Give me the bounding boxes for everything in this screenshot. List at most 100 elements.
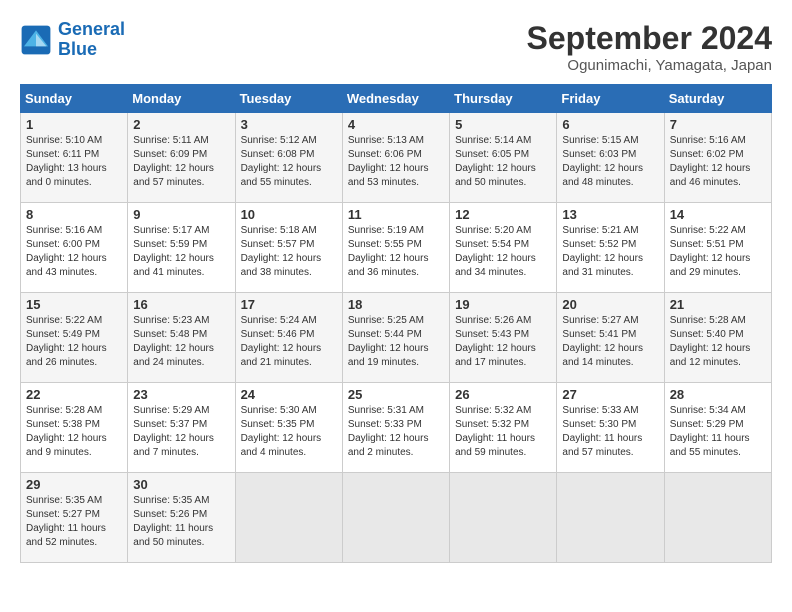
calendar-row: 1 Sunrise: 5:10 AM Sunset: 6:11 PM Daylig… bbox=[21, 113, 772, 203]
day-number: 14 bbox=[670, 207, 766, 222]
day-number: 5 bbox=[455, 117, 551, 132]
logo-text: General Blue bbox=[58, 20, 125, 60]
day-number: 18 bbox=[348, 297, 444, 312]
col-friday: Friday bbox=[557, 85, 664, 113]
cell-info: Sunrise: 5:16 AM Sunset: 6:02 PM Dayligh… bbox=[670, 134, 766, 190]
cell-info: Sunrise: 5:33 AM Sunset: 5:30 PM Dayligh… bbox=[562, 404, 658, 460]
col-tuesday: Tuesday bbox=[235, 85, 342, 113]
cell-info: Sunrise: 5:14 AM Sunset: 6:05 PM Dayligh… bbox=[455, 134, 551, 190]
title-block: September 2024 Ogunimachi, Yamagata, Jap… bbox=[527, 20, 772, 74]
table-cell: 24 Sunrise: 5:30 AM Sunset: 5:35 PM Dayli… bbox=[235, 383, 342, 473]
col-sunday: Sunday bbox=[21, 85, 128, 113]
table-cell: 3 Sunrise: 5:12 AM Sunset: 6:08 PM Daylig… bbox=[235, 113, 342, 203]
day-number: 10 bbox=[241, 207, 337, 222]
table-cell: 2 Sunrise: 5:11 AM Sunset: 6:09 PM Daylig… bbox=[128, 113, 235, 203]
table-cell: 6 Sunrise: 5:15 AM Sunset: 6:03 PM Daylig… bbox=[557, 113, 664, 203]
day-number: 3 bbox=[241, 117, 337, 132]
cell-info: Sunrise: 5:22 AM Sunset: 5:49 PM Dayligh… bbox=[26, 314, 122, 370]
table-cell: 28 Sunrise: 5:34 AM Sunset: 5:29 PM Dayli… bbox=[664, 383, 771, 473]
cell-info: Sunrise: 5:20 AM Sunset: 5:54 PM Dayligh… bbox=[455, 224, 551, 280]
cell-info: Sunrise: 5:15 AM Sunset: 6:03 PM Dayligh… bbox=[562, 134, 658, 190]
cell-info: Sunrise: 5:31 AM Sunset: 5:33 PM Dayligh… bbox=[348, 404, 444, 460]
table-cell: 26 Sunrise: 5:32 AM Sunset: 5:32 PM Dayli… bbox=[450, 383, 557, 473]
logo-line1: General bbox=[58, 19, 125, 39]
day-number: 2 bbox=[133, 117, 229, 132]
day-number: 8 bbox=[26, 207, 122, 222]
cell-info: Sunrise: 5:11 AM Sunset: 6:09 PM Dayligh… bbox=[133, 134, 229, 190]
day-number: 22 bbox=[26, 387, 122, 402]
day-number: 7 bbox=[670, 117, 766, 132]
table-cell: 1 Sunrise: 5:10 AM Sunset: 6:11 PM Daylig… bbox=[21, 113, 128, 203]
cell-info: Sunrise: 5:28 AM Sunset: 5:40 PM Dayligh… bbox=[670, 314, 766, 370]
day-number: 11 bbox=[348, 207, 444, 222]
table-cell: 5 Sunrise: 5:14 AM Sunset: 6:05 PM Daylig… bbox=[450, 113, 557, 203]
header-row: Sunday Monday Tuesday Wednesday Thursday… bbox=[21, 85, 772, 113]
day-number: 15 bbox=[26, 297, 122, 312]
cell-info: Sunrise: 5:26 AM Sunset: 5:43 PM Dayligh… bbox=[455, 314, 551, 370]
cell-info: Sunrise: 5:12 AM Sunset: 6:08 PM Dayligh… bbox=[241, 134, 337, 190]
day-number: 6 bbox=[562, 117, 658, 132]
table-cell bbox=[664, 473, 771, 563]
cell-info: Sunrise: 5:34 AM Sunset: 5:29 PM Dayligh… bbox=[670, 404, 766, 460]
table-cell: 15 Sunrise: 5:22 AM Sunset: 5:49 PM Dayli… bbox=[21, 293, 128, 383]
cell-info: Sunrise: 5:35 AM Sunset: 5:26 PM Dayligh… bbox=[133, 494, 229, 550]
table-cell: 7 Sunrise: 5:16 AM Sunset: 6:02 PM Daylig… bbox=[664, 113, 771, 203]
table-cell: 12 Sunrise: 5:20 AM Sunset: 5:54 PM Dayli… bbox=[450, 203, 557, 293]
day-number: 27 bbox=[562, 387, 658, 402]
calendar-header: Sunday Monday Tuesday Wednesday Thursday… bbox=[21, 85, 772, 113]
day-number: 23 bbox=[133, 387, 229, 402]
day-number: 24 bbox=[241, 387, 337, 402]
table-cell bbox=[235, 473, 342, 563]
table-cell: 25Sunrise: 5:31 AM Sunset: 5:33 PM Dayli… bbox=[342, 383, 449, 473]
cell-info: Sunrise: 5:28 AM Sunset: 5:38 PM Dayligh… bbox=[26, 404, 122, 460]
table-cell: 13Sunrise: 5:21 AM Sunset: 5:52 PM Dayli… bbox=[557, 203, 664, 293]
location: Ogunimachi, Yamagata, Japan bbox=[527, 57, 772, 74]
day-number: 13 bbox=[562, 207, 658, 222]
cell-info: Sunrise: 5:25 AM Sunset: 5:44 PM Dayligh… bbox=[348, 314, 444, 370]
logo: General Blue bbox=[20, 20, 125, 60]
month-title: September 2024 bbox=[527, 20, 772, 57]
table-cell: 22 Sunrise: 5:28 AM Sunset: 5:38 PM Dayli… bbox=[21, 383, 128, 473]
cell-info: Sunrise: 5:27 AM Sunset: 5:41 PM Dayligh… bbox=[562, 314, 658, 370]
cell-info: Sunrise: 5:32 AM Sunset: 5:32 PM Dayligh… bbox=[455, 404, 551, 460]
table-cell: 20Sunrise: 5:27 AM Sunset: 5:41 PM Dayli… bbox=[557, 293, 664, 383]
day-number: 30 bbox=[133, 477, 229, 492]
table-cell: 27 Sunrise: 5:33 AM Sunset: 5:30 PM Dayli… bbox=[557, 383, 664, 473]
cell-info: Sunrise: 5:19 AM Sunset: 5:55 PM Dayligh… bbox=[348, 224, 444, 280]
day-number: 26 bbox=[455, 387, 551, 402]
table-cell: 19 Sunrise: 5:26 AM Sunset: 5:43 PM Dayli… bbox=[450, 293, 557, 383]
col-saturday: Saturday bbox=[664, 85, 771, 113]
logo-icon bbox=[20, 24, 52, 56]
day-number: 29 bbox=[26, 477, 122, 492]
cell-info: Sunrise: 5:17 AM Sunset: 5:59 PM Dayligh… bbox=[133, 224, 229, 280]
calendar-table: Sunday Monday Tuesday Wednesday Thursday… bbox=[20, 84, 772, 563]
cell-info: Sunrise: 5:30 AM Sunset: 5:35 PM Dayligh… bbox=[241, 404, 337, 460]
day-number: 28 bbox=[670, 387, 766, 402]
day-number: 9 bbox=[133, 207, 229, 222]
cell-info: Sunrise: 5:29 AM Sunset: 5:37 PM Dayligh… bbox=[133, 404, 229, 460]
table-cell: 29Sunrise: 5:35 AM Sunset: 5:27 PM Dayli… bbox=[21, 473, 128, 563]
cell-info: Sunrise: 5:18 AM Sunset: 5:57 PM Dayligh… bbox=[241, 224, 337, 280]
col-wednesday: Wednesday bbox=[342, 85, 449, 113]
page-header: General Blue September 2024 Ogunimachi, … bbox=[20, 20, 772, 74]
table-cell bbox=[450, 473, 557, 563]
day-number: 1 bbox=[26, 117, 122, 132]
calendar-row: 15 Sunrise: 5:22 AM Sunset: 5:49 PM Dayli… bbox=[21, 293, 772, 383]
table-cell: 9 Sunrise: 5:17 AM Sunset: 5:59 PM Daylig… bbox=[128, 203, 235, 293]
table-cell: 11 Sunrise: 5:19 AM Sunset: 5:55 PM Dayli… bbox=[342, 203, 449, 293]
table-cell: 16 Sunrise: 5:23 AM Sunset: 5:48 PM Dayli… bbox=[128, 293, 235, 383]
day-number: 12 bbox=[455, 207, 551, 222]
calendar-row: 29Sunrise: 5:35 AM Sunset: 5:27 PM Dayli… bbox=[21, 473, 772, 563]
cell-info: Sunrise: 5:23 AM Sunset: 5:48 PM Dayligh… bbox=[133, 314, 229, 370]
col-thursday: Thursday bbox=[450, 85, 557, 113]
table-cell: 4Sunrise: 5:13 AM Sunset: 6:06 PM Daylig… bbox=[342, 113, 449, 203]
calendar-body: 1 Sunrise: 5:10 AM Sunset: 6:11 PM Daylig… bbox=[21, 113, 772, 563]
day-number: 16 bbox=[133, 297, 229, 312]
cell-info: Sunrise: 5:10 AM Sunset: 6:11 PM Dayligh… bbox=[26, 134, 122, 190]
table-cell: 23 Sunrise: 5:29 AM Sunset: 5:37 PM Dayli… bbox=[128, 383, 235, 473]
day-number: 19 bbox=[455, 297, 551, 312]
table-cell bbox=[342, 473, 449, 563]
cell-info: Sunrise: 5:16 AM Sunset: 6:00 PM Dayligh… bbox=[26, 224, 122, 280]
day-number: 4 bbox=[348, 117, 444, 132]
table-cell: 30 Sunrise: 5:35 AM Sunset: 5:26 PM Dayli… bbox=[128, 473, 235, 563]
